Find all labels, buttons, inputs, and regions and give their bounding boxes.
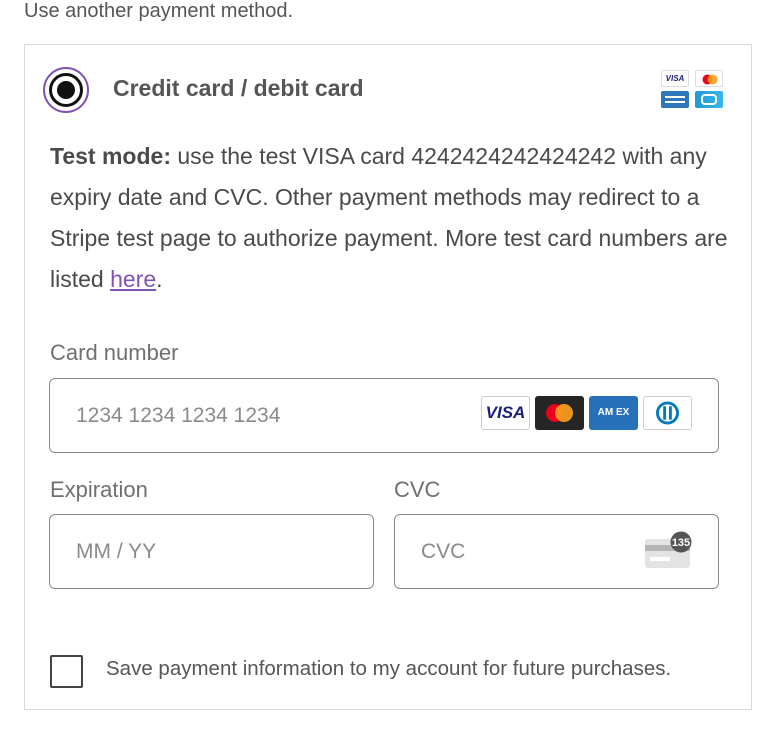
cvc-input[interactable]: CVC 135 [394,514,719,589]
visa-icon: VISA [481,396,530,430]
payment-method-title[interactable]: Credit card / debit card [113,75,364,102]
test-mode-notice: Test mode: use the test VISA card 424242… [50,136,740,300]
expiration-placeholder: MM / YY [76,539,157,563]
credit-card-radio[interactable] [43,67,89,113]
radio-ring [49,73,83,107]
cvc-badge-text: 135 [672,537,690,549]
diners-icon [643,396,692,430]
cvc-card-icon: 135 [644,531,692,571]
cvc-placeholder: CVC [421,539,466,563]
expiration-label: Expiration [50,477,148,502]
radio-selected-dot [57,81,75,99]
cb-icon [695,91,723,108]
card-number-label: Card number [50,340,179,365]
mastercard-icon [695,70,723,87]
amex-icon: AM EX [589,396,638,430]
card-number-placeholder: 1234 1234 1234 1234 [76,403,281,427]
save-payment-checkbox[interactable] [50,655,83,688]
notice-period: . [156,266,163,292]
amex-icon [661,91,689,108]
cvc-label: CVC [394,477,441,502]
expiration-input[interactable]: MM / YY [49,514,374,589]
payment-method-panel: Credit card / debit card VISA Test mode:… [24,44,752,710]
card-number-input[interactable]: 1234 1234 1234 1234 VISA AM EX [49,378,719,453]
test-cards-link[interactable]: here [110,266,156,292]
card-brand-icons: VISA AM EX [481,396,692,430]
test-mode-label: Test mode: [50,143,171,169]
visa-icon: VISA [661,70,689,87]
use-another-payment-method-link[interactable]: Use another payment method. [24,0,293,23]
mastercard-icon [535,396,584,430]
save-payment-label[interactable]: Save payment information to my account f… [106,657,671,681]
accepted-brands: VISA [661,70,723,110]
